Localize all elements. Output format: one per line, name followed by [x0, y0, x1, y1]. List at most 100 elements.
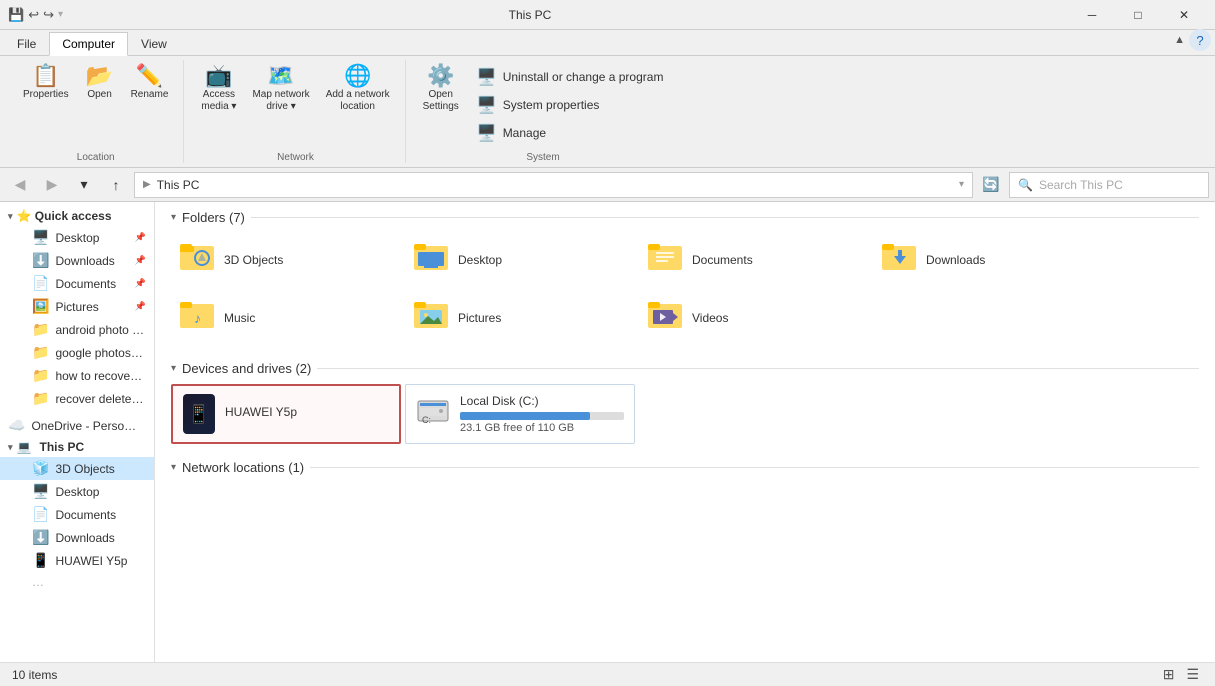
sidebar: ▾ ⭐ Quick access 🖥️ Desktop 📌 ⬇️ Downloa… — [0, 202, 155, 662]
drive-huawei[interactable]: 📱 HUAWEI Y5p — [171, 384, 401, 444]
search-box[interactable]: 🔍 Search This PC — [1009, 172, 1209, 198]
sidebar-item-recover-deleted[interactable]: 📁 recover deleted p… — [0, 387, 154, 410]
3d-objects-icon: 🧊 — [32, 460, 49, 477]
sidebar-item-downloads-pc[interactable]: ⬇️ Downloads — [0, 526, 154, 549]
devices-section-label: Devices and drives (2) — [182, 361, 311, 376]
sidebar-item-android-photo[interactable]: 📁 android photo r… — [0, 318, 154, 341]
access-media-button[interactable]: 📺 Accessmedia ▾ — [194, 60, 243, 118]
documents-sidebar-icon: 📄 — [32, 275, 49, 292]
sidebar-item-more[interactable]: … — [0, 572, 154, 592]
downloads-pin-icon: 📌 — [135, 255, 146, 266]
desktop-pc-label: Desktop — [55, 485, 99, 499]
up-button[interactable]: ↑ — [102, 171, 130, 199]
android-photo-label: android photo r… — [55, 323, 145, 337]
recover-deleted-icon: 📁 — [32, 390, 49, 407]
manage-item[interactable]: 🖥️ Manage — [470, 120, 671, 146]
recover-deleted-label: recover deleted p… — [55, 392, 145, 406]
local-disk-space: 23.1 GB free of 110 GB — [460, 422, 624, 434]
redo-icon[interactable]: ↪ — [43, 7, 54, 23]
sidebar-item-desktop-pc[interactable]: 🖥️ Desktop — [0, 480, 154, 503]
android-photo-icon: 📁 — [32, 321, 49, 338]
network-section-label: Network locations (1) — [182, 460, 304, 475]
folders-section-header[interactable]: ▾ Folders (7) — [171, 210, 1199, 225]
uninstall-icon: 🖥️ — [477, 67, 497, 87]
huawei-sidebar-label: HUAWEI Y5p — [55, 554, 127, 568]
undo-icon[interactable]: ↩ — [28, 7, 39, 23]
huawei-sidebar-icon: 📱 — [32, 552, 49, 569]
more-items-indicator: … — [32, 575, 44, 589]
ribbon: File Computer View ▲ ? 📋 Properties 📂 Op… — [0, 30, 1215, 168]
tab-computer[interactable]: Computer — [49, 32, 128, 56]
main-layout: ▾ ⭐ Quick access 🖥️ Desktop 📌 ⬇️ Downloa… — [0, 202, 1215, 662]
sidebar-item-documents[interactable]: 📄 Documents 📌 — [0, 272, 154, 295]
recent-button[interactable]: ▾ — [70, 171, 98, 199]
folder-downloads[interactable]: Downloads — [873, 233, 1103, 287]
ribbon-group-network: 📺 Accessmedia ▾ 🗺️ Map networkdrive ▾ 🌐 … — [186, 60, 405, 163]
sidebar-item-google-photos[interactable]: 📁 google photos r… — [0, 341, 154, 364]
this-pc-chevron: ▾ — [8, 442, 13, 453]
huawei-drive-icon: 📱 — [183, 394, 215, 434]
sidebar-item-documents-pc[interactable]: 📄 Documents — [0, 503, 154, 526]
sidebar-item-3d-objects[interactable]: 🧊 3D Objects — [0, 457, 154, 480]
drive-local-disk[interactable]: C: Local Disk (C:) 23.1 GB free of 110 G… — [405, 384, 635, 444]
sidebar-item-huawei[interactable]: 📱 HUAWEI Y5p — [0, 549, 154, 572]
refresh-button[interactable]: 🔄 — [977, 171, 1005, 199]
address-dropdown-icon[interactable]: ▾ — [959, 179, 964, 190]
devices-section-header[interactable]: ▾ Devices and drives (2) — [171, 361, 1199, 376]
documents-pc-label: Documents — [55, 508, 116, 522]
this-pc-sidebar-label: This PC — [39, 440, 84, 454]
close-button[interactable]: ✕ — [1161, 0, 1207, 30]
access-media-icon: 📺 — [205, 65, 232, 87]
network-section-header[interactable]: ▾ Network locations (1) — [171, 460, 1199, 475]
open-settings-button[interactable]: ⚙️ OpenSettings — [416, 60, 466, 150]
tab-file[interactable]: File — [4, 32, 49, 55]
view-controls: ⊞ ☰ — [1159, 664, 1203, 685]
add-network-location-button[interactable]: 🌐 Add a networklocation — [319, 60, 397, 118]
folder-desktop[interactable]: Desktop — [405, 233, 635, 287]
location-group-label: Location — [16, 150, 175, 163]
back-button[interactable]: ◀ — [6, 171, 34, 199]
sidebar-item-downloads[interactable]: ⬇️ Downloads 📌 — [0, 249, 154, 272]
system-properties-item[interactable]: 🖥️ System properties — [470, 92, 671, 118]
window-controls: ─ □ ✕ — [1069, 0, 1207, 30]
properties-button[interactable]: 📋 Properties — [16, 60, 76, 106]
map-drive-icon: 🗺️ — [267, 65, 294, 87]
onedrive-icon: ☁️ — [8, 417, 25, 434]
folder-pictures[interactable]: Pictures — [405, 291, 635, 345]
pictures-pin-icon: 📌 — [135, 301, 146, 312]
sidebar-item-how-to-recover[interactable]: 📁 how to recover e… — [0, 364, 154, 387]
address-bar-input[interactable]: ▶ This PC ▾ — [134, 172, 973, 198]
content-area: ▾ Folders (7) 3D Objects — [155, 202, 1215, 662]
maximize-button[interactable]: □ — [1115, 0, 1161, 30]
uninstall-item[interactable]: 🖥️ Uninstall or change a program — [470, 64, 671, 90]
this-pc-header[interactable]: ▾ 💻 This PC — [0, 437, 154, 457]
folder-documents[interactable]: Documents — [639, 233, 869, 287]
sidebar-item-desktop[interactable]: 🖥️ Desktop 📌 — [0, 226, 154, 249]
rename-button[interactable]: ✏️ Rename — [124, 60, 176, 106]
network-group-label: Network — [194, 150, 396, 163]
how-to-recover-label: how to recover e… — [55, 369, 145, 383]
ribbon-collapse-button[interactable]: ▲ — [1174, 34, 1185, 46]
folder-music[interactable]: ♪ Music — [171, 291, 401, 345]
devices-divider — [317, 368, 1199, 369]
sidebar-item-pictures[interactable]: 🖼️ Pictures 📌 — [0, 295, 154, 318]
minimize-button[interactable]: ─ — [1069, 0, 1115, 30]
3d-objects-folder-name: 3D Objects — [224, 253, 283, 267]
map-network-drive-button[interactable]: 🗺️ Map networkdrive ▾ — [245, 60, 316, 118]
tab-view[interactable]: View — [128, 32, 180, 55]
open-button[interactable]: 📂 Open — [78, 60, 122, 106]
help-button[interactable]: ? — [1189, 29, 1211, 51]
network-chevron: ▾ — [171, 462, 176, 473]
save-icon[interactable]: 💾 — [8, 7, 24, 23]
sidebar-item-onedrive[interactable]: ☁️ OneDrive - Person… — [0, 414, 154, 437]
large-icons-view-button[interactable]: ⊞ — [1159, 664, 1179, 685]
quick-access-label: ⭐ Quick access — [17, 209, 112, 223]
quick-access-header[interactable]: ▾ ⭐ Quick access — [0, 206, 154, 226]
folder-videos[interactable]: Videos — [639, 291, 869, 345]
huawei-drive-name: HUAWEI Y5p — [225, 405, 389, 419]
dropdown-icon[interactable]: ▾ — [58, 9, 63, 20]
details-view-button[interactable]: ☰ — [1182, 664, 1203, 685]
system-group-items: 🖥️ Uninstall or change a program 🖥️ Syst… — [470, 60, 671, 150]
forward-button[interactable]: ▶ — [38, 171, 66, 199]
folder-3d-objects[interactable]: 3D Objects — [171, 233, 401, 287]
